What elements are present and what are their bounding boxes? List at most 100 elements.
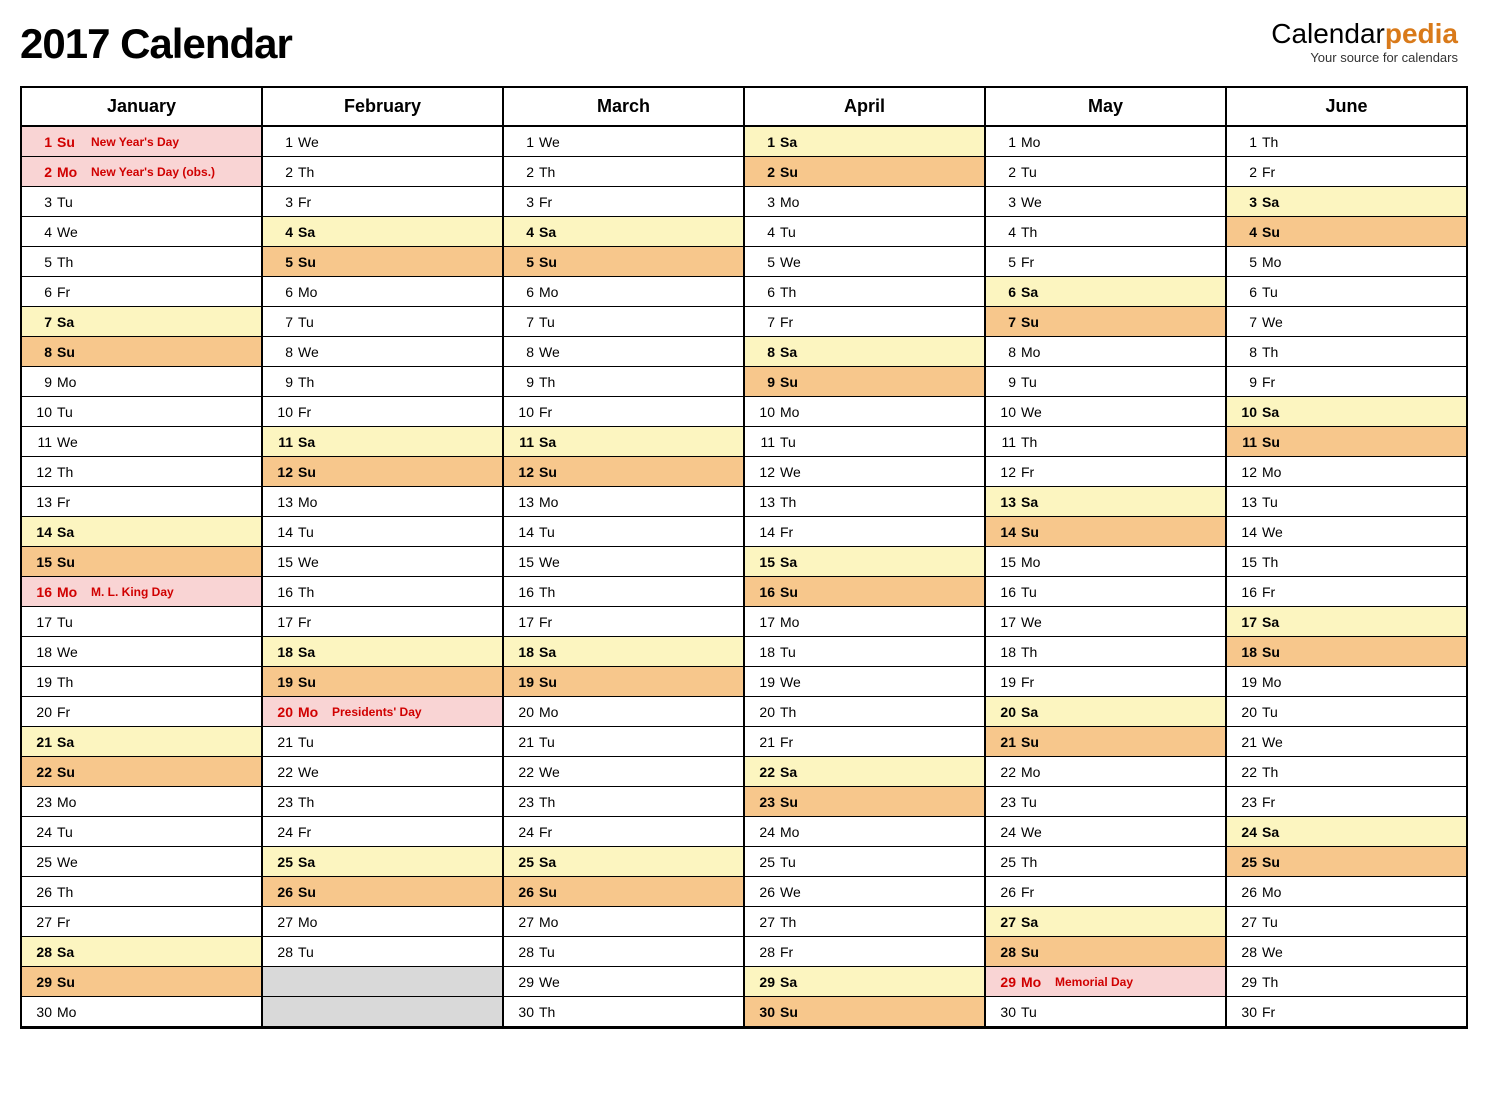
day-cell: 5Th	[22, 247, 261, 277]
day-cell: 1Mo	[986, 127, 1225, 157]
day-number: 23	[510, 794, 534, 810]
day-cell: 7Fr	[745, 307, 984, 337]
day-number: 18	[28, 644, 52, 660]
day-number: 10	[1233, 404, 1257, 420]
day-of-week: Tu	[780, 644, 808, 660]
day-cell: 30Tu	[986, 997, 1225, 1027]
day-of-week: Fr	[539, 824, 567, 840]
day-cell: 28Tu	[263, 937, 502, 967]
day-number: 3	[1233, 194, 1257, 210]
day-of-week: Th	[298, 794, 326, 810]
day-of-week: Fr	[1262, 794, 1290, 810]
day-cell: 6Fr	[22, 277, 261, 307]
day-number: 27	[510, 914, 534, 930]
day-number: 13	[510, 494, 534, 510]
day-number: 17	[28, 614, 52, 630]
day-cell: 7We	[1227, 307, 1466, 337]
day-number: 26	[28, 884, 52, 900]
month-header: February	[263, 88, 502, 127]
day-cell: 30Su	[745, 997, 984, 1027]
day-of-week: Fr	[1262, 164, 1290, 180]
day-of-week: Th	[1021, 644, 1049, 660]
day-cell: 20Tu	[1227, 697, 1466, 727]
day-cell: 13Tu	[1227, 487, 1466, 517]
day-cell: 6 Sa	[986, 277, 1225, 307]
day-number: 17	[510, 614, 534, 630]
day-cell: 14Tu	[263, 517, 502, 547]
day-of-week: Th	[1021, 224, 1049, 240]
day-of-week: Tu	[539, 944, 567, 960]
day-number: 30	[1233, 1004, 1257, 1020]
day-number: 27	[751, 914, 775, 930]
day-of-week: Sa	[57, 524, 85, 540]
day-of-week: We	[780, 884, 808, 900]
day-of-week: Tu	[298, 314, 326, 330]
day-of-week: We	[780, 254, 808, 270]
day-number: 13	[269, 494, 293, 510]
day-number: 4	[510, 224, 534, 240]
day-of-week: Su	[1262, 224, 1290, 240]
day-cell: 24Fr	[263, 817, 502, 847]
day-of-week: Sa	[1021, 284, 1049, 300]
day-number: 25	[510, 854, 534, 870]
day-number: 19	[992, 674, 1016, 690]
day-number: 5	[751, 254, 775, 270]
day-cell: 17We	[986, 607, 1225, 637]
day-of-week: Fr	[1262, 584, 1290, 600]
logo-brand-b: pedia	[1385, 18, 1458, 49]
day-cell: 21Su	[986, 727, 1225, 757]
day-cell: 12Mo	[1227, 457, 1466, 487]
calendar-grid: January1SuNew Year's Day2MoNew Year's Da…	[20, 86, 1468, 1029]
day-cell: 16Fr	[1227, 577, 1466, 607]
month-header: January	[22, 88, 261, 127]
day-number: 3	[28, 194, 52, 210]
day-number: 16	[992, 584, 1016, 600]
day-of-week: Tu	[1021, 584, 1049, 600]
day-cell: 23Th	[263, 787, 502, 817]
day-number: 5	[992, 254, 1016, 270]
day-cell: 12Fr	[986, 457, 1225, 487]
day-cell: 2Th	[263, 157, 502, 187]
day-cell: 18Sa	[263, 637, 502, 667]
day-cell: 2Fr	[1227, 157, 1466, 187]
day-number: 5	[510, 254, 534, 270]
day-of-week: Th	[539, 164, 567, 180]
day-cell: 26Su	[263, 877, 502, 907]
day-of-week: Mo	[1021, 344, 1049, 360]
day-number: 6	[1233, 284, 1257, 300]
day-cell: 9Tu	[986, 367, 1225, 397]
month-column: May1Mo2Tu3We4Th5Fr6Sa7Su8Mo9Tu10We11Th12…	[986, 88, 1227, 1027]
day-of-week: Mo	[298, 494, 326, 510]
day-number: 14	[510, 524, 534, 540]
day-cell: 5 We	[745, 247, 984, 277]
day-number: 26	[992, 884, 1016, 900]
day-cell: 19Fr	[986, 667, 1225, 697]
day-cell: 22Su	[22, 757, 261, 787]
day-of-week: Th	[57, 464, 85, 480]
day-of-week: Fr	[57, 494, 85, 510]
day-of-week: Mo	[539, 284, 567, 300]
day-of-week: Tu	[539, 314, 567, 330]
day-number: 24	[1233, 824, 1257, 840]
day-number: 16	[510, 584, 534, 600]
day-cell: 3Fr	[263, 187, 502, 217]
day-number: 11	[510, 434, 534, 450]
day-of-week: Fr	[539, 614, 567, 630]
day-number: 29	[751, 974, 775, 990]
day-number: 18	[751, 644, 775, 660]
day-cell: 1Th	[1227, 127, 1466, 157]
day-number: 9	[1233, 374, 1257, 390]
day-cell: 11Tu	[745, 427, 984, 457]
day-of-week: Fr	[1262, 374, 1290, 390]
day-cell: 10Sa	[1227, 397, 1466, 427]
day-number: 7	[510, 314, 534, 330]
day-of-week: Sa	[1021, 914, 1049, 930]
day-of-week: Sa	[1262, 824, 1290, 840]
day-number: 6	[992, 284, 1016, 300]
day-of-week: Su	[1021, 524, 1049, 540]
day-cell: 26Th	[22, 877, 261, 907]
day-number: 14	[269, 524, 293, 540]
day-cell: 16Th	[263, 577, 502, 607]
day-number: 2	[992, 164, 1016, 180]
day-of-week: We	[1262, 734, 1290, 750]
